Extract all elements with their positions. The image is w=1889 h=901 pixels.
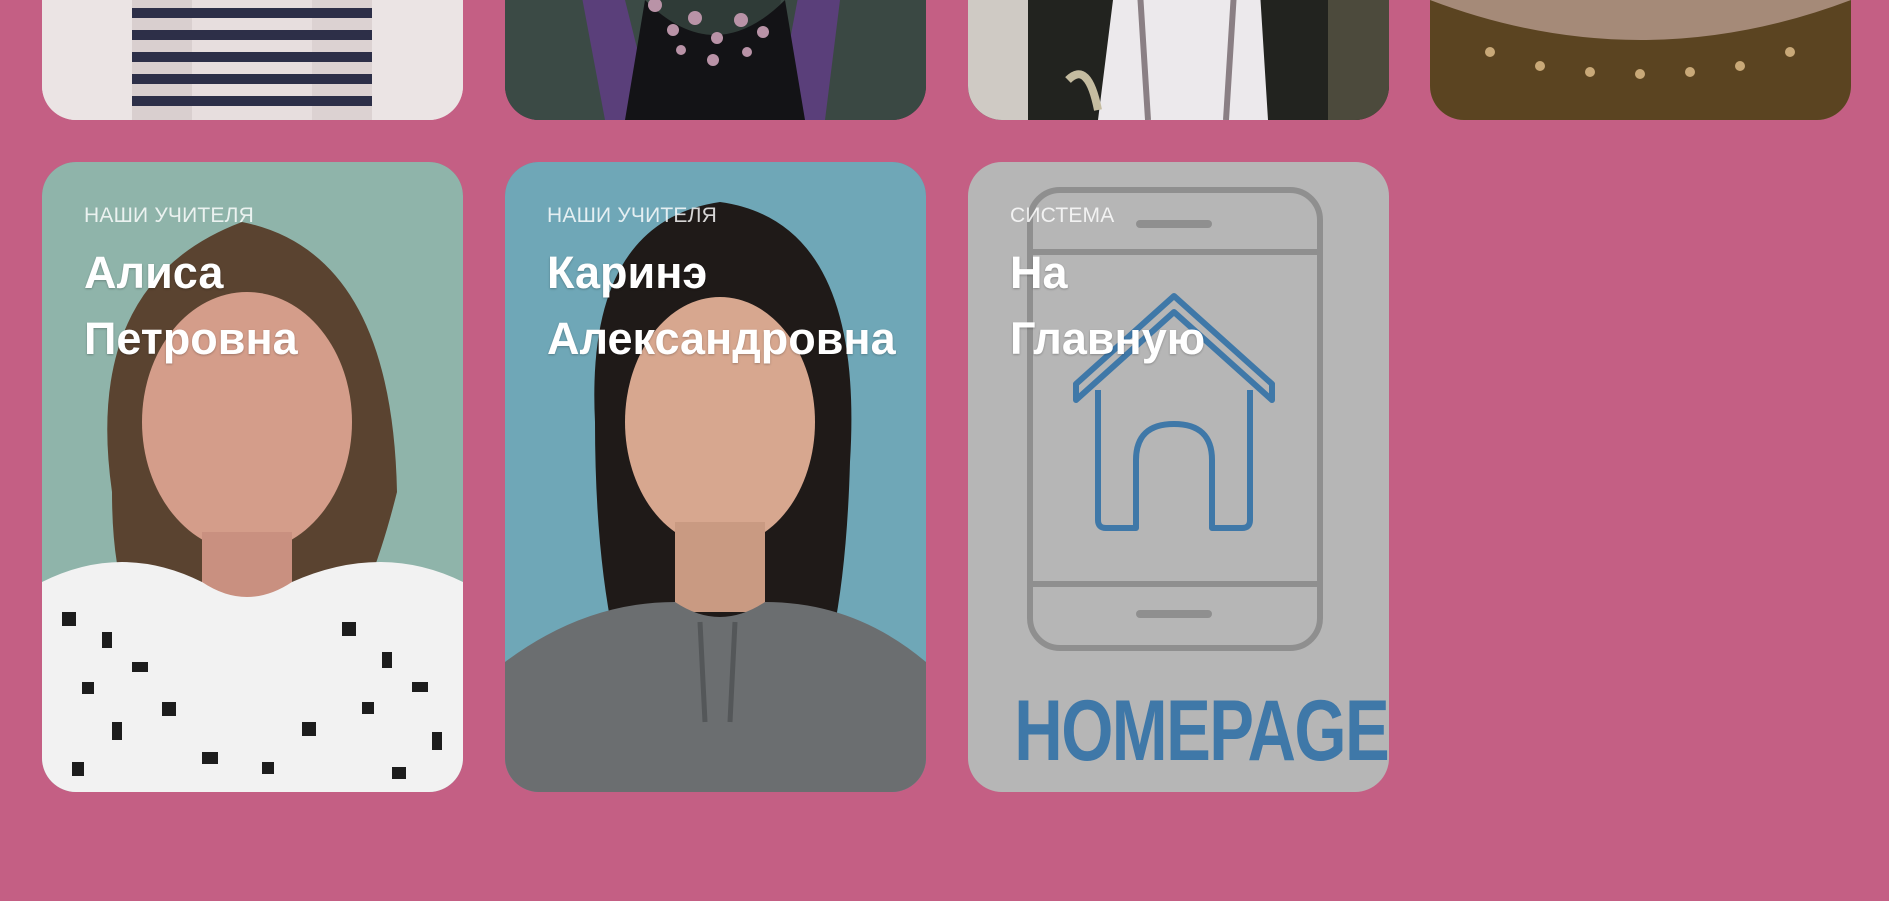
teacher-card-top-4[interactable]	[1430, 0, 1851, 120]
card-title: Каринэ Александровна	[547, 247, 896, 364]
teacher-card-karine[interactable]: НАШИ УЧИТЕЛЯ Каринэ Александровна	[505, 162, 926, 792]
homepage-logo-text: HOMEPAGE	[1014, 683, 1389, 779]
teacher-photo	[1430, 0, 1851, 120]
teacher-card-top-3[interactable]	[968, 0, 1389, 120]
homepage-card[interactable]: СИСТЕМА На Главную HOMEPAGE	[968, 162, 1389, 792]
card-title: Алиса Петровна	[84, 247, 298, 364]
card-category: НАШИ УЧИТЕЛЯ	[547, 204, 717, 227]
teacher-photo	[505, 0, 926, 120]
teacher-card-alisa[interactable]: НАШИ УЧИТЕЛЯ Алиса Петровна	[42, 162, 463, 792]
teacher-photo	[968, 0, 1389, 120]
teacher-card-top-1[interactable]	[42, 0, 463, 120]
card-category: СИСТЕМА	[1010, 204, 1115, 227]
card-title: На Главную	[1010, 247, 1206, 364]
teacher-card-top-2[interactable]	[505, 0, 926, 120]
teacher-photo	[42, 0, 463, 120]
card-category: НАШИ УЧИТЕЛЯ	[84, 204, 254, 227]
